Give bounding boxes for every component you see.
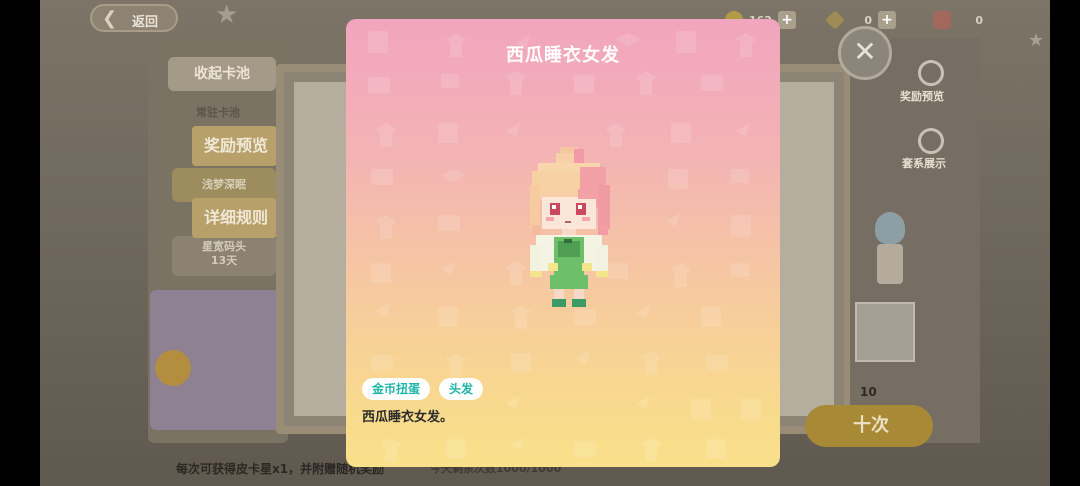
add-gem-button[interactable]: +: [878, 11, 896, 29]
star-icon: ★: [1028, 30, 1045, 51]
collapse-pool-button[interactable]: 收起卡池: [168, 57, 276, 91]
tab-reward-preview[interactable]: 奖励预览: [192, 126, 280, 166]
close-button[interactable]: ✕: [838, 26, 892, 80]
lamp-decoration: [155, 350, 191, 386]
back-label: 返回: [132, 15, 159, 30]
tag-hair: 头发: [439, 378, 484, 400]
pool-star-days: 13天: [210, 254, 238, 267]
ticket-value: 0: [975, 13, 983, 27]
tab-detailed-rules[interactable]: 详细规则: [192, 198, 280, 238]
tag-coin-gacha: 金币扭蛋: [362, 378, 431, 400]
reward-preview-icon[interactable]: [918, 60, 944, 86]
gem-icon: [825, 10, 845, 30]
character-avatar: [530, 147, 610, 307]
reward-preview-label[interactable]: 奖励预览: [900, 88, 944, 104]
character-body: [877, 244, 903, 284]
ticket-counter: 0: [933, 10, 983, 30]
regular-pool-label: 常驻卡池: [196, 106, 240, 119]
item-detail-modal[interactable]: 西瓜睡衣女发 金币扭蛋 头发 西瓜睡衣女发。: [346, 19, 780, 467]
cabinet-decoration: [855, 302, 915, 362]
pool-star-item[interactable]: 星宽码头 13天: [172, 236, 276, 276]
pool-star-name: 星宽码头: [202, 240, 246, 253]
item-tags: 金币扭蛋 头发: [362, 378, 484, 400]
back-arrow-icon: ❮: [102, 8, 118, 29]
screen-edge-right: [1050, 0, 1080, 486]
ticket-icon: [933, 11, 951, 29]
screen-edge-left: [0, 0, 40, 486]
pool-dream-item[interactable]: 浅梦深眠: [172, 168, 276, 202]
gem-value: 0: [864, 13, 872, 27]
item-title: 西瓜睡衣女发: [506, 45, 620, 66]
character-head: [875, 212, 905, 244]
item-description: 西瓜睡衣女发。: [362, 410, 454, 425]
set-display-label[interactable]: 套系展示: [902, 155, 946, 171]
draw-ten-button[interactable]: 十次: [805, 405, 933, 447]
favorite-star-icon[interactable]: ★: [215, 0, 238, 30]
back-button[interactable]: ❮ 返回: [90, 4, 178, 32]
draw-count: 10: [860, 385, 877, 399]
add-coin-button[interactable]: +: [777, 11, 796, 29]
set-display-icon[interactable]: [918, 128, 944, 154]
character-decoration: [865, 212, 915, 302]
